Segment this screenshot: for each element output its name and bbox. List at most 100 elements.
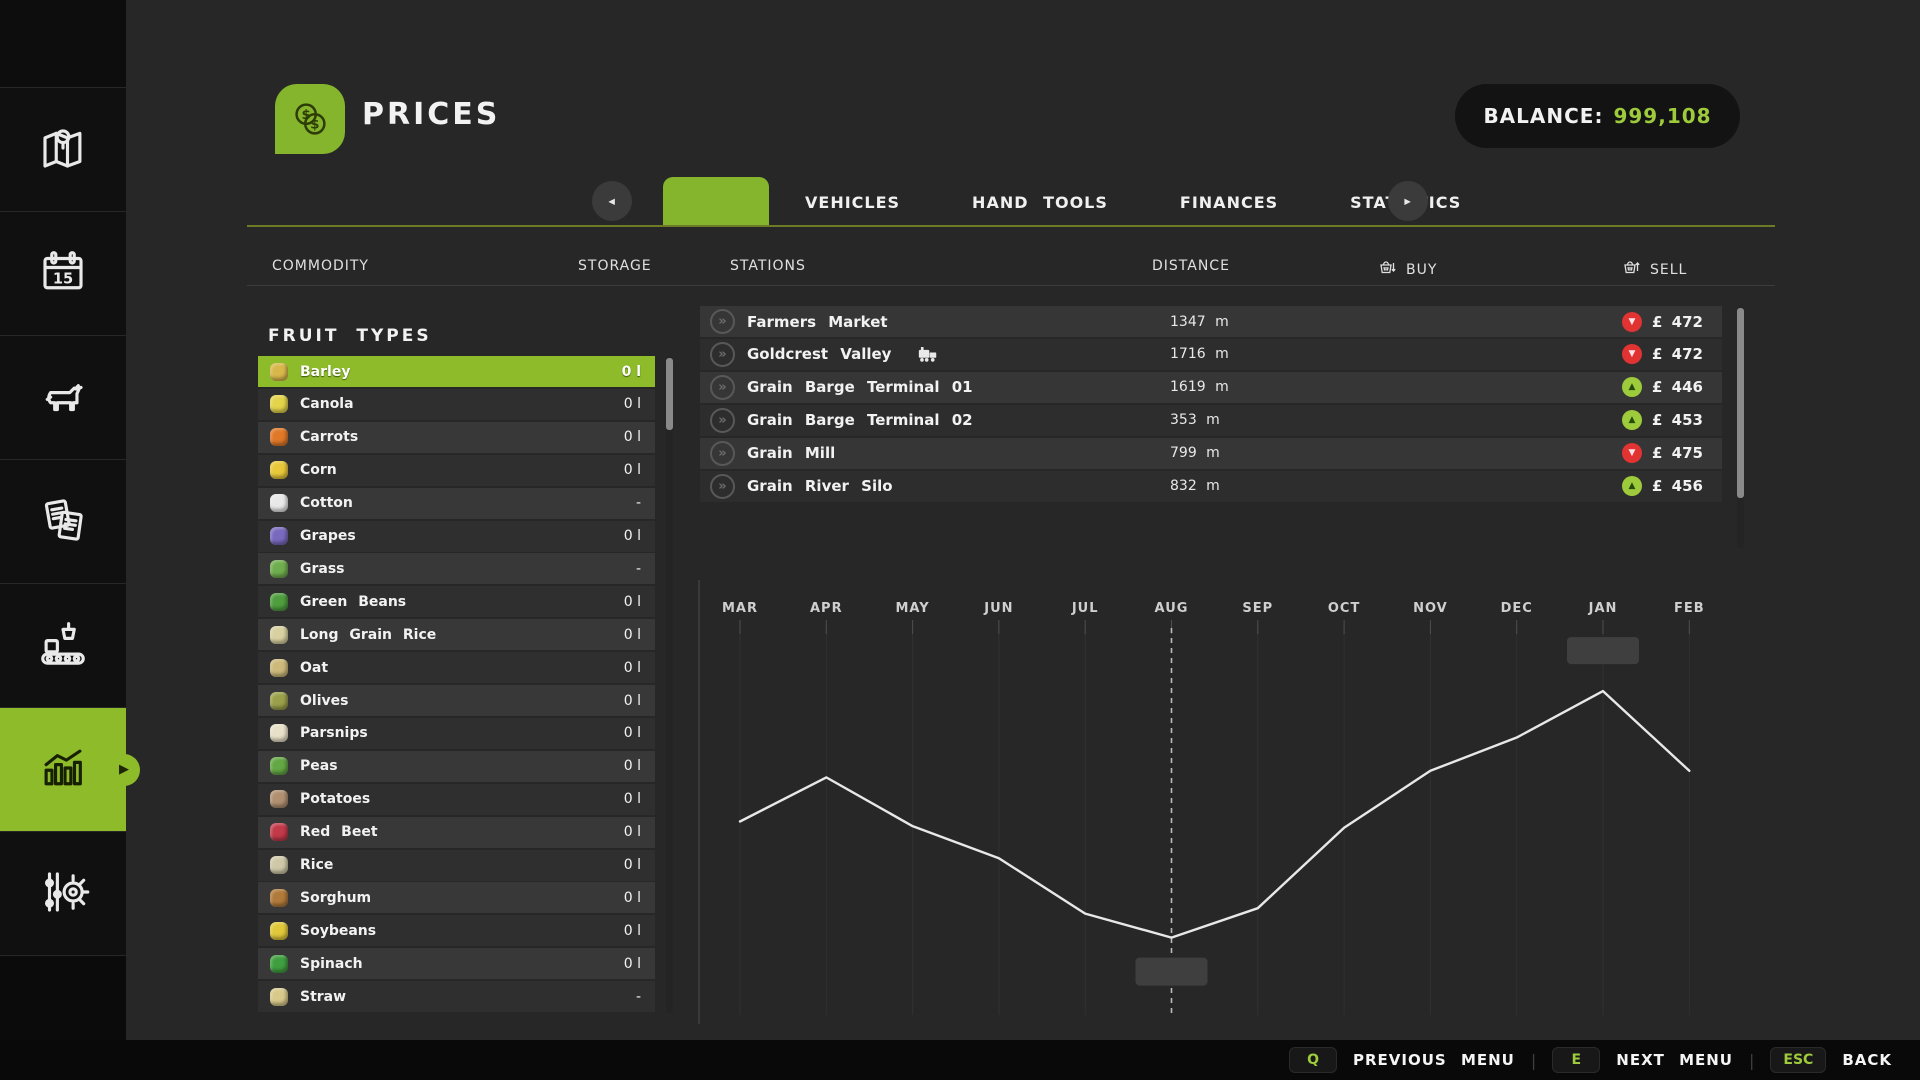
tab-hand-tools[interactable]: HAND TOOLS [936, 177, 1144, 227]
fruit-storage: 0 l [624, 660, 641, 676]
station-row[interactable]: »Farmers Market1347 m▼£ 472 [700, 306, 1722, 337]
statistics-icon [36, 741, 90, 799]
tab-prices[interactable] [663, 177, 769, 227]
sidebar-item-calendar[interactable]: 15 [0, 212, 126, 336]
month-label: MAR [722, 601, 758, 616]
station-row[interactable]: »Grain Mill799 m▼£ 475 [700, 438, 1722, 469]
station-list-scrollbar-thumb[interactable] [1737, 308, 1744, 498]
fruit-row[interactable]: Olives0 l [258, 685, 655, 716]
footer-shortcuts: QPREVIOUS MENU|ENEXT MENU|ESCBACK [1289, 1047, 1892, 1073]
station-row[interactable]: »Grain Barge Terminal 02353 m▲£ 453 [700, 405, 1722, 436]
station-sell-price: £ 453 [1652, 411, 1703, 429]
fruit-storage: 0 l [624, 956, 641, 972]
station-distance: 1619 m [1170, 379, 1229, 395]
fruit-row[interactable]: Corn 0 l [258, 455, 655, 486]
fruit-row[interactable]: Green Beans0 l [258, 586, 655, 617]
fruit-row[interactable]: Canola0 l [258, 389, 655, 420]
station-name: Grain Mill [747, 444, 835, 462]
fruit-row[interactable]: Soybeans0 l [258, 915, 655, 946]
sidebar-item-production[interactable] [0, 584, 126, 708]
station-name: Farmers Market [747, 313, 888, 331]
hotspot-icon[interactable]: » [710, 375, 735, 400]
production-icon [36, 617, 90, 675]
footer-action-q[interactable]: PREVIOUS MENU [1353, 1051, 1515, 1069]
fruit-row[interactable]: Rice0 l [258, 850, 655, 881]
fruit-name: Soybeans [300, 923, 376, 939]
fruit-storage: 0 l [624, 693, 641, 709]
tab-underline [247, 225, 1775, 227]
column-sell: SELL [1622, 258, 1687, 282]
fruit-storage: - [636, 495, 641, 511]
sidebar-item-statistics[interactable]: ▶ [0, 708, 126, 832]
station-sell-price: £ 456 [1652, 477, 1703, 495]
key-badge-q: Q [1289, 1047, 1337, 1073]
hotspot-icon[interactable]: » [710, 474, 735, 499]
fruit-row[interactable]: Grass- [258, 553, 655, 584]
contracts-icon [36, 493, 90, 551]
footer-action-e[interactable]: NEXT MENU [1616, 1051, 1733, 1069]
sidebar-item-settings[interactable] [0, 832, 126, 956]
hotspot-icon[interactable]: » [710, 408, 735, 433]
fruit-list-scrollbar-thumb[interactable] [666, 358, 673, 430]
tab-finances[interactable]: FINANCES [1144, 177, 1314, 227]
next-tab-button[interactable]: ▶ [1388, 181, 1428, 221]
fruit-storage: 0 l [622, 364, 641, 380]
station-row[interactable]: »Grain River Silo832 m▲£ 456 [700, 471, 1722, 502]
hotspot-icon[interactable]: » [710, 441, 735, 466]
commodity-icon [270, 461, 288, 479]
fruit-row[interactable]: Parsnips0 l [258, 718, 655, 749]
fruit-storage: 0 l [624, 890, 641, 906]
month-label: MAY [896, 601, 930, 616]
commodity-icon [270, 889, 288, 907]
sidebar-item-animals[interactable] [0, 336, 126, 460]
commodity-icon [270, 659, 288, 677]
fruit-row[interactable]: Straw- [258, 981, 655, 1012]
month-label: JUL [1071, 601, 1099, 616]
footer-separator: | [1531, 1051, 1536, 1070]
fruit-name: Sorghum [300, 890, 371, 906]
trend-down-icon: ▼ [1622, 443, 1642, 463]
station-list-scrollbar[interactable] [1737, 306, 1744, 548]
fruit-row[interactable]: Potatoes0 l [258, 784, 655, 815]
station-distance: 799 m [1170, 445, 1220, 461]
fruit-storage: 0 l [624, 396, 641, 412]
fruit-row[interactable]: Cotton- [258, 488, 655, 519]
active-item-arrow-icon: ▶ [108, 754, 140, 786]
chevron-right-icon: ▶ [1405, 196, 1411, 206]
station-row[interactable]: »Goldcrest Valley1716 m▼£ 472 [700, 339, 1722, 370]
fruit-name: Red Beet [300, 824, 378, 840]
fruit-row[interactable]: Peas0 l [258, 751, 655, 782]
station-distance: 832 m [1170, 478, 1220, 494]
sidebar-item-contracts[interactable] [0, 460, 126, 584]
station-row[interactable]: »Grain Barge Terminal 011619 m▲£ 446 [700, 372, 1722, 403]
footer-action-esc[interactable]: BACK [1842, 1051, 1892, 1069]
sidebar-spacer [0, 0, 126, 88]
fruit-row[interactable]: Grapes0 l [258, 521, 655, 552]
tab-vehicles[interactable]: VEHICLES [769, 177, 936, 227]
svg-text:15: 15 [53, 270, 73, 287]
prev-tab-button[interactable]: ◀ [592, 181, 632, 221]
basket-up-icon [1622, 258, 1642, 282]
settings-icon [36, 865, 90, 923]
fruit-row[interactable]: Long Grain Rice0 l [258, 619, 655, 650]
fruit-row[interactable]: Spinach 0 l [258, 948, 655, 979]
fruit-name: Parsnips [300, 725, 368, 741]
fruit-row[interactable]: Carrots0 l [258, 422, 655, 453]
fruit-storage: 0 l [624, 594, 641, 610]
price-history-chart: MARAPRMAYJUNJULAUGSEPOCTNOVDECJANFEB [698, 572, 1748, 1030]
key-badge-e: E [1552, 1047, 1600, 1073]
fruit-name: Spinach [300, 956, 363, 972]
commodity-icon [270, 988, 288, 1006]
fruit-row[interactable]: Oat0 l [258, 652, 655, 683]
hotspot-icon[interactable]: » [710, 309, 735, 334]
fruit-name: Corn [300, 462, 337, 478]
month-label: SEP [1242, 601, 1273, 616]
hotspot-icon[interactable]: » [710, 342, 735, 367]
station-distance: 1347 m [1170, 314, 1229, 330]
fruit-row[interactable]: Red Beet0 l [258, 817, 655, 848]
fruit-row[interactable]: Sorghum 0 l [258, 882, 655, 913]
fruit-list-scrollbar[interactable] [666, 356, 673, 1013]
fruit-type-list: Barley0 lCanola0 lCarrots0 l Corn 0 l Cotto… [258, 356, 655, 1014]
fruit-row[interactable]: Barley0 l [258, 356, 655, 387]
fruit-storage: 0 l [624, 462, 641, 478]
